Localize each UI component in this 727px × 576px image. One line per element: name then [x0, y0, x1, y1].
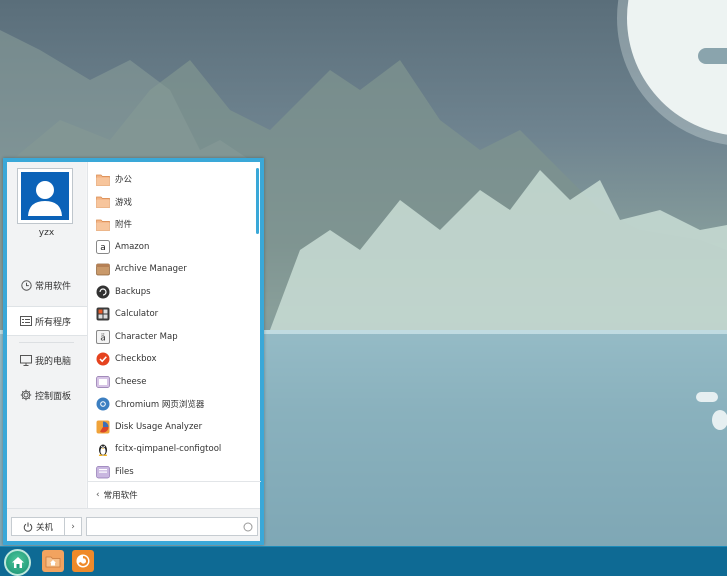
- chevron-left-icon: ‹: [96, 489, 100, 500]
- app-list-item-label: Files: [115, 466, 134, 477]
- nav-divider: [19, 342, 74, 343]
- username-label: yzx: [38, 228, 55, 238]
- start-menu: yzx 常用软件 所有程序 我的电脑 控制面板 办公游戏 附件 a Amazon…: [3, 158, 264, 545]
- app-list-item[interactable]: Disk Usage Analyzer: [88, 416, 261, 439]
- nav-my-computer[interactable]: 我的电脑: [7, 345, 86, 375]
- home-folder-icon: [45, 554, 61, 568]
- archive-manager-icon: [96, 262, 110, 276]
- back-to-common-button[interactable]: ‹ 常用软件: [88, 481, 261, 507]
- app-list-pane: 办公游戏附件 a Amazon Archive Manager Backups Calcu…: [87, 162, 261, 508]
- disk-usage-icon: [96, 420, 110, 434]
- chromium-icon: [96, 397, 110, 411]
- app-list-item[interactable]: 办公: [88, 168, 261, 191]
- app-list-item-label: Archive Manager: [115, 264, 187, 275]
- backups-icon: [96, 285, 110, 299]
- amazon-icon: a: [96, 239, 110, 254]
- app-list-item-label: fcitx-qimpanel-configtool: [115, 444, 222, 455]
- app-list-item[interactable]: Archive Manager: [88, 258, 261, 281]
- chevron-right-icon: ›: [71, 521, 75, 532]
- checkbox-icon: [96, 352, 110, 366]
- taskbar-browser[interactable]: [72, 550, 94, 572]
- grid-list-icon: [20, 315, 32, 327]
- power-options-button[interactable]: ›: [65, 517, 82, 536]
- app-list-item-label: Chromium 网页浏览器: [115, 400, 205, 411]
- app-list-item-label: Cheese: [115, 376, 147, 387]
- browser-icon: [75, 553, 91, 569]
- app-list-item-label: Amazon: [115, 241, 150, 252]
- search-input[interactable]: [87, 518, 237, 535]
- search-box: [86, 517, 258, 536]
- clock-icon: [20, 279, 32, 291]
- monitor-icon: [20, 354, 32, 366]
- back-label: 常用软件: [103, 490, 138, 501]
- nav-control-panel[interactable]: 控制面板: [7, 380, 86, 410]
- nav-all-programs[interactable]: 所有程序: [7, 306, 87, 336]
- calculator-icon: [96, 307, 110, 321]
- gear-icon: [20, 389, 32, 401]
- app-list-item[interactable]: Calculator: [88, 303, 261, 326]
- svg-text:a: a: [100, 243, 106, 253]
- app-list-item[interactable]: a Amazon: [88, 236, 261, 259]
- app-list-item[interactable]: Checkbox: [88, 348, 261, 371]
- app-list-item-label: 附件: [115, 220, 133, 231]
- app-list-item[interactable]: Files: [88, 461, 261, 481]
- shutdown-button[interactable]: 关机: [11, 517, 65, 536]
- folder-icon: [96, 217, 110, 231]
- avatar-icon: [21, 172, 69, 220]
- app-list-item-label: Calculator: [115, 309, 159, 320]
- svg-text:ä: ä: [100, 333, 106, 343]
- folder-icon: [96, 172, 110, 186]
- app-list-item[interactable]: 附件: [88, 213, 261, 236]
- app-list-item[interactable]: Backups: [88, 281, 261, 304]
- start-menu-button[interactable]: [4, 549, 31, 576]
- home-icon: [11, 556, 25, 569]
- app-list-item[interactable]: fcitx-qimpanel-configtool: [88, 438, 261, 461]
- nav-common-software[interactable]: 常用软件: [7, 270, 86, 300]
- app-list: 办公游戏附件 a Amazon Archive Manager Backups Calcu…: [88, 162, 261, 480]
- app-list-item-label: Character Map: [115, 331, 178, 342]
- app-list-item-label: Backups: [115, 286, 151, 297]
- character-map-icon: ä: [96, 329, 110, 344]
- app-list-item-label: 游戏: [115, 197, 133, 208]
- nav-control-label: 控制面板: [35, 391, 72, 402]
- tux-icon: [96, 442, 110, 457]
- user-avatar[interactable]: [17, 168, 73, 224]
- taskbar: [0, 546, 727, 576]
- start-menu-sidebar: yzx 常用软件 所有程序 我的电脑 控制面板: [7, 162, 87, 508]
- power-icon: [23, 522, 33, 532]
- search-icon[interactable]: [243, 522, 253, 535]
- taskbar-file-manager[interactable]: [42, 550, 64, 572]
- start-menu-bottom-bar: 关机 ›: [7, 508, 260, 541]
- app-list-item[interactable]: ä Character Map: [88, 326, 261, 349]
- app-list-item-label: Checkbox: [115, 354, 157, 365]
- app-list-item[interactable]: 游戏: [88, 191, 261, 214]
- app-list-item-label: 办公: [115, 175, 133, 186]
- app-list-item[interactable]: Chromium 网页浏览器: [88, 393, 261, 416]
- files-icon: [96, 465, 110, 479]
- shutdown-label: 关机: [35, 522, 53, 533]
- nav-computer-label: 我的电脑: [35, 356, 72, 367]
- app-list-item[interactable]: Cheese: [88, 371, 261, 394]
- nav-common-label: 常用软件: [35, 281, 72, 292]
- folder-icon: [96, 195, 110, 209]
- app-list-scrollbar[interactable]: [256, 168, 259, 234]
- nav-all-label: 所有程序: [35, 317, 72, 328]
- cheese-icon: [96, 375, 110, 389]
- app-list-item-label: Disk Usage Analyzer: [115, 421, 203, 432]
